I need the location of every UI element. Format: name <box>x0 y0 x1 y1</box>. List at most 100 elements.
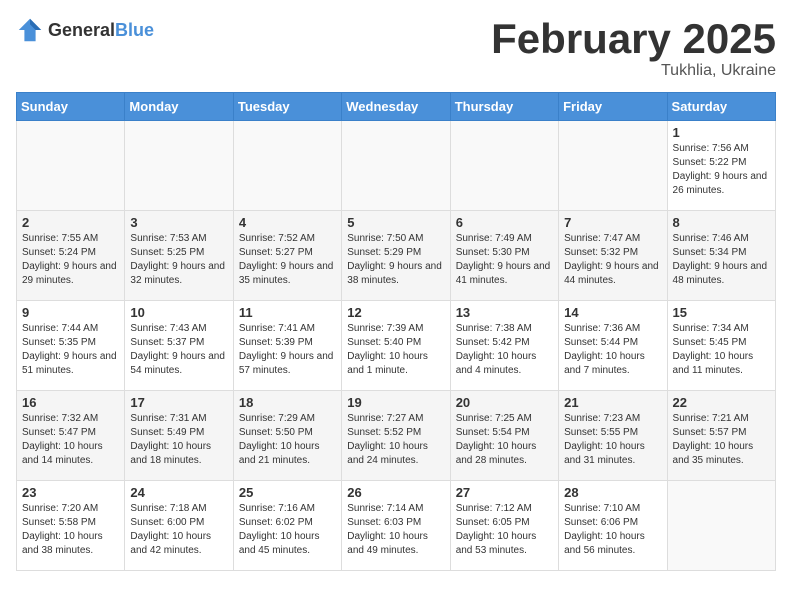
calendar-cell <box>125 121 233 211</box>
calendar-week-row: 9 Sunrise: 7:44 AM Sunset: 5:35 PM Dayli… <box>17 301 776 391</box>
day-info: Sunrise: 7:23 AM Sunset: 5:55 PM Dayligh… <box>564 412 661 468</box>
day-info: Sunrise: 7:29 AM Sunset: 5:50 PM Dayligh… <box>239 412 336 468</box>
day-info: Sunrise: 7:55 AM Sunset: 5:24 PM Dayligh… <box>22 232 119 288</box>
calendar-cell: 12 Sunrise: 7:39 AM Sunset: 5:40 PM Dayl… <box>342 301 450 391</box>
day-number: 15 <box>673 305 770 320</box>
day-info: Sunrise: 7:20 AM Sunset: 5:58 PM Dayligh… <box>22 502 119 558</box>
logo-icon <box>16 16 44 44</box>
day-number: 2 <box>22 215 119 230</box>
day-info: Sunrise: 7:52 AM Sunset: 5:27 PM Dayligh… <box>239 232 336 288</box>
day-info: Sunrise: 7:12 AM Sunset: 6:05 PM Dayligh… <box>456 502 553 558</box>
calendar-cell: 23 Sunrise: 7:20 AM Sunset: 5:58 PM Dayl… <box>17 481 125 571</box>
day-info: Sunrise: 7:14 AM Sunset: 6:03 PM Dayligh… <box>347 502 444 558</box>
day-number: 7 <box>564 215 661 230</box>
calendar-cell: 5 Sunrise: 7:50 AM Sunset: 5:29 PM Dayli… <box>342 211 450 301</box>
day-info: Sunrise: 7:21 AM Sunset: 5:57 PM Dayligh… <box>673 412 770 468</box>
day-number: 22 <box>673 395 770 410</box>
logo: GeneralBlue <box>16 16 154 44</box>
day-info: Sunrise: 7:43 AM Sunset: 5:37 PM Dayligh… <box>130 322 227 378</box>
weekday-header-wednesday: Wednesday <box>342 93 450 121</box>
page-header: GeneralBlue February 2025 Tukhlia, Ukrai… <box>16 16 776 80</box>
weekday-header-tuesday: Tuesday <box>233 93 341 121</box>
calendar-cell: 11 Sunrise: 7:41 AM Sunset: 5:39 PM Dayl… <box>233 301 341 391</box>
day-info: Sunrise: 7:16 AM Sunset: 6:02 PM Dayligh… <box>239 502 336 558</box>
calendar-cell: 9 Sunrise: 7:44 AM Sunset: 5:35 PM Dayli… <box>17 301 125 391</box>
calendar-cell: 2 Sunrise: 7:55 AM Sunset: 5:24 PM Dayli… <box>17 211 125 301</box>
calendar-cell <box>559 121 667 211</box>
day-number: 26 <box>347 485 444 500</box>
calendar-cell: 1 Sunrise: 7:56 AM Sunset: 5:22 PM Dayli… <box>667 121 775 211</box>
day-info: Sunrise: 7:31 AM Sunset: 5:49 PM Dayligh… <box>130 412 227 468</box>
calendar-cell <box>17 121 125 211</box>
day-number: 21 <box>564 395 661 410</box>
day-info: Sunrise: 7:36 AM Sunset: 5:44 PM Dayligh… <box>564 322 661 378</box>
calendar-cell: 26 Sunrise: 7:14 AM Sunset: 6:03 PM Dayl… <box>342 481 450 571</box>
calendar-cell <box>667 481 775 571</box>
day-info: Sunrise: 7:25 AM Sunset: 5:54 PM Dayligh… <box>456 412 553 468</box>
calendar-cell <box>233 121 341 211</box>
calendar-cell: 15 Sunrise: 7:34 AM Sunset: 5:45 PM Dayl… <box>667 301 775 391</box>
weekday-header-sunday: Sunday <box>17 93 125 121</box>
day-info: Sunrise: 7:10 AM Sunset: 6:06 PM Dayligh… <box>564 502 661 558</box>
day-number: 10 <box>130 305 227 320</box>
day-number: 25 <box>239 485 336 500</box>
day-number: 5 <box>347 215 444 230</box>
calendar-cell: 8 Sunrise: 7:46 AM Sunset: 5:34 PM Dayli… <box>667 211 775 301</box>
calendar-cell: 17 Sunrise: 7:31 AM Sunset: 5:49 PM Dayl… <box>125 391 233 481</box>
calendar-week-row: 23 Sunrise: 7:20 AM Sunset: 5:58 PM Dayl… <box>17 481 776 571</box>
day-info: Sunrise: 7:32 AM Sunset: 5:47 PM Dayligh… <box>22 412 119 468</box>
calendar-week-row: 2 Sunrise: 7:55 AM Sunset: 5:24 PM Dayli… <box>17 211 776 301</box>
day-number: 4 <box>239 215 336 230</box>
day-number: 20 <box>456 395 553 410</box>
day-info: Sunrise: 7:27 AM Sunset: 5:52 PM Dayligh… <box>347 412 444 468</box>
calendar-cell: 25 Sunrise: 7:16 AM Sunset: 6:02 PM Dayl… <box>233 481 341 571</box>
calendar-cell: 6 Sunrise: 7:49 AM Sunset: 5:30 PM Dayli… <box>450 211 558 301</box>
calendar-cell: 7 Sunrise: 7:47 AM Sunset: 5:32 PM Dayli… <box>559 211 667 301</box>
day-info: Sunrise: 7:56 AM Sunset: 5:22 PM Dayligh… <box>673 142 770 198</box>
calendar-cell <box>342 121 450 211</box>
day-number: 23 <box>22 485 119 500</box>
day-number: 8 <box>673 215 770 230</box>
day-number: 6 <box>456 215 553 230</box>
calendar-cell: 19 Sunrise: 7:27 AM Sunset: 5:52 PM Dayl… <box>342 391 450 481</box>
calendar-week-row: 1 Sunrise: 7:56 AM Sunset: 5:22 PM Dayli… <box>17 121 776 211</box>
day-info: Sunrise: 7:39 AM Sunset: 5:40 PM Dayligh… <box>347 322 444 378</box>
day-number: 12 <box>347 305 444 320</box>
day-info: Sunrise: 7:47 AM Sunset: 5:32 PM Dayligh… <box>564 232 661 288</box>
day-number: 18 <box>239 395 336 410</box>
calendar-cell: 22 Sunrise: 7:21 AM Sunset: 5:57 PM Dayl… <box>667 391 775 481</box>
calendar-cell: 16 Sunrise: 7:32 AM Sunset: 5:47 PM Dayl… <box>17 391 125 481</box>
day-number: 27 <box>456 485 553 500</box>
day-number: 9 <box>22 305 119 320</box>
location-subtitle: Tukhlia, Ukraine <box>491 62 776 80</box>
day-info: Sunrise: 7:44 AM Sunset: 5:35 PM Dayligh… <box>22 322 119 378</box>
day-info: Sunrise: 7:46 AM Sunset: 5:34 PM Dayligh… <box>673 232 770 288</box>
calendar-cell: 13 Sunrise: 7:38 AM Sunset: 5:42 PM Dayl… <box>450 301 558 391</box>
day-number: 1 <box>673 125 770 140</box>
day-number: 24 <box>130 485 227 500</box>
day-info: Sunrise: 7:49 AM Sunset: 5:30 PM Dayligh… <box>456 232 553 288</box>
day-info: Sunrise: 7:34 AM Sunset: 5:45 PM Dayligh… <box>673 322 770 378</box>
calendar-table: SundayMondayTuesdayWednesdayThursdayFrid… <box>16 92 776 571</box>
weekday-header-saturday: Saturday <box>667 93 775 121</box>
calendar-cell: 24 Sunrise: 7:18 AM Sunset: 6:00 PM Dayl… <box>125 481 233 571</box>
calendar-cell: 27 Sunrise: 7:12 AM Sunset: 6:05 PM Dayl… <box>450 481 558 571</box>
day-number: 17 <box>130 395 227 410</box>
calendar-cell <box>450 121 558 211</box>
month-title: February 2025 <box>491 16 776 62</box>
calendar-cell: 14 Sunrise: 7:36 AM Sunset: 5:44 PM Dayl… <box>559 301 667 391</box>
day-number: 28 <box>564 485 661 500</box>
day-info: Sunrise: 7:41 AM Sunset: 5:39 PM Dayligh… <box>239 322 336 378</box>
title-block: February 2025 Tukhlia, Ukraine <box>491 16 776 80</box>
day-number: 16 <box>22 395 119 410</box>
day-number: 3 <box>130 215 227 230</box>
calendar-cell: 20 Sunrise: 7:25 AM Sunset: 5:54 PM Dayl… <box>450 391 558 481</box>
calendar-cell: 18 Sunrise: 7:29 AM Sunset: 5:50 PM Dayl… <box>233 391 341 481</box>
weekday-header-thursday: Thursday <box>450 93 558 121</box>
calendar-week-row: 16 Sunrise: 7:32 AM Sunset: 5:47 PM Dayl… <box>17 391 776 481</box>
day-info: Sunrise: 7:38 AM Sunset: 5:42 PM Dayligh… <box>456 322 553 378</box>
day-info: Sunrise: 7:53 AM Sunset: 5:25 PM Dayligh… <box>130 232 227 288</box>
calendar-cell: 10 Sunrise: 7:43 AM Sunset: 5:37 PM Dayl… <box>125 301 233 391</box>
logo-text: GeneralBlue <box>48 20 154 41</box>
calendar-cell: 4 Sunrise: 7:52 AM Sunset: 5:27 PM Dayli… <box>233 211 341 301</box>
